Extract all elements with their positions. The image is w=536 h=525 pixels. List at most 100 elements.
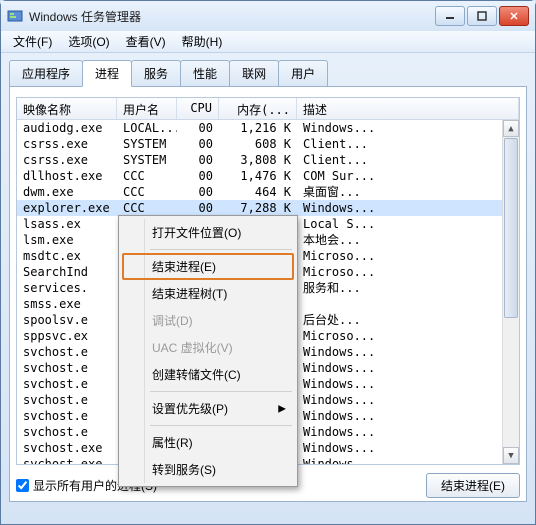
cell-cpu: 00 (177, 168, 219, 184)
cell-image-name: csrss.exe (17, 136, 117, 152)
tab-services[interactable]: 服务 (131, 60, 181, 87)
context-menu-item[interactable]: 属性(R) (122, 429, 294, 456)
menu-file[interactable]: 文件(F) (7, 31, 58, 52)
cell-user: CCC (117, 200, 177, 216)
context-menu-item: UAC 虚拟化(V) (122, 334, 294, 361)
cell-image-name: svchost.e (17, 344, 117, 360)
col-cpu[interactable]: CPU (177, 98, 219, 119)
cell-description: Windows... (297, 376, 519, 392)
cell-cpu: 00 (177, 184, 219, 200)
context-menu-separator (150, 249, 292, 250)
window-title: Windows 任务管理器 (29, 8, 435, 25)
cell-image-name: svchost.exe (17, 440, 117, 456)
cell-description: Client... (297, 136, 519, 152)
cell-image-name: smss.exe (17, 296, 117, 312)
vertical-scrollbar[interactable]: ▲ ▼ (502, 120, 519, 464)
tab-applications[interactable]: 应用程序 (9, 60, 83, 87)
cell-description: Windows... (297, 440, 519, 456)
tab-users[interactable]: 用户 (278, 60, 328, 87)
maximize-button[interactable] (467, 6, 497, 26)
scroll-thumb[interactable] (504, 138, 518, 318)
cell-image-name: svchost.e (17, 392, 117, 408)
tab-processes[interactable]: 进程 (82, 60, 132, 87)
context-menu-item[interactable]: 设置优先级(P)▶ (122, 395, 294, 422)
list-header[interactable]: 映像名称 用户名 CPU 内存(... 描述 (17, 98, 519, 120)
cell-description: Windows... (297, 200, 519, 216)
end-process-button[interactable]: 结束进程(E) (426, 473, 520, 498)
cell-description: Windows... (297, 408, 519, 424)
cell-image-name: services. (17, 280, 117, 296)
cell-image-name: spoolsv.e (17, 312, 117, 328)
cell-description: Local S... (297, 216, 519, 232)
menu-view[interactable]: 查看(V) (120, 31, 172, 52)
col-memory[interactable]: 内存(... (219, 98, 297, 119)
tab-networking[interactable]: 联网 (229, 60, 279, 87)
context-menu: 打开文件位置(O) 结束进程(E)结束进程树(T)调试(D)UAC 虚拟化(V)创… (118, 215, 298, 487)
cell-image-name: audiodg.exe (17, 120, 117, 136)
cell-description: Microso... (297, 264, 519, 280)
context-menu-item[interactable]: 打开文件位置(O) (122, 219, 294, 246)
cell-image-name: explorer.exe (17, 200, 117, 216)
cell-memory: 7,288 K (219, 200, 297, 216)
scroll-down-button[interactable]: ▼ (503, 447, 519, 464)
context-menu-item[interactable]: 转到服务(S) (122, 456, 294, 483)
titlebar[interactable]: Windows 任务管理器 (1, 1, 535, 31)
scroll-up-button[interactable]: ▲ (503, 120, 519, 137)
cell-memory: 1,216 K (219, 120, 297, 136)
cell-image-name: lsass.ex (17, 216, 117, 232)
cell-user: CCC (117, 184, 177, 200)
table-row[interactable]: dwm.exeCCC00464 K桌面窗... (17, 184, 519, 200)
table-row[interactable]: csrss.exeSYSTEM00608 KClient... (17, 136, 519, 152)
context-menu-separator (150, 391, 292, 392)
context-menu-item: 调试(D) (122, 307, 294, 334)
cell-image-name: msdtc.ex (17, 248, 117, 264)
cell-image-name: svchost.e (17, 360, 117, 376)
app-icon (7, 8, 23, 24)
cell-user: SYSTEM (117, 152, 177, 168)
cell-image-name: svchost.e (17, 408, 117, 424)
col-image-name[interactable]: 映像名称 (17, 98, 117, 119)
context-menu-separator (150, 425, 292, 426)
cell-description: 服务和... (297, 280, 519, 296)
table-row[interactable]: audiodg.exeLOCAL...001,216 KWindows... (17, 120, 519, 136)
cell-memory: 464 K (219, 184, 297, 200)
minimize-button[interactable] (435, 6, 465, 26)
cell-description: Microso... (297, 328, 519, 344)
cell-image-name: svchost.e (17, 376, 117, 392)
table-row[interactable]: explorer.exeCCC007,288 KWindows... (17, 200, 519, 216)
cell-description: Windows... (297, 392, 519, 408)
tab-performance[interactable]: 性能 (180, 60, 230, 87)
cell-image-name: csrss.exe (17, 152, 117, 168)
cell-memory: 3,808 K (219, 152, 297, 168)
cell-description: 后台处... (297, 312, 519, 328)
cell-cpu: 00 (177, 152, 219, 168)
cell-description: Windows... (297, 456, 519, 465)
context-menu-item[interactable]: 结束进程树(T) (122, 280, 294, 307)
cell-image-name: svchost.e (17, 424, 117, 440)
cell-description: Windows... (297, 360, 519, 376)
col-description[interactable]: 描述 (297, 98, 519, 119)
cell-user: LOCAL... (117, 120, 177, 136)
cell-cpu: 00 (177, 136, 219, 152)
cell-description: 桌面窗... (297, 184, 519, 200)
cell-image-name: sppsvc.ex (17, 328, 117, 344)
cell-cpu: 00 (177, 200, 219, 216)
process-panel: 映像名称 用户名 CPU 内存(... 描述 audiodg.exeLOCAL.… (9, 86, 527, 502)
table-row[interactable]: dllhost.exeCCC001,476 KCOM Sur... (17, 168, 519, 184)
col-user[interactable]: 用户名 (117, 98, 177, 119)
context-menu-item[interactable]: 结束进程(E) (122, 253, 294, 280)
task-manager-window: Windows 任务管理器 文件(F) 选项(O) 查看(V) 帮助(H) 应用… (0, 0, 536, 525)
submenu-arrow-icon: ▶ (278, 403, 286, 414)
cell-memory: 608 K (219, 136, 297, 152)
cell-image-name: SearchInd (17, 264, 117, 280)
close-button[interactable] (499, 6, 529, 26)
show-all-users-input[interactable] (16, 479, 29, 492)
cell-user: SYSTEM (117, 136, 177, 152)
menu-help[interactable]: 帮助(H) (176, 31, 229, 52)
table-row[interactable]: csrss.exeSYSTEM003,808 KClient... (17, 152, 519, 168)
cell-image-name: dllhost.exe (17, 168, 117, 184)
menu-options[interactable]: 选项(O) (62, 31, 115, 52)
cell-description: Microso... (297, 248, 519, 264)
tab-strip: 应用程序 进程 服务 性能 联网 用户 (9, 60, 527, 87)
context-menu-item[interactable]: 创建转储文件(C) (122, 361, 294, 388)
